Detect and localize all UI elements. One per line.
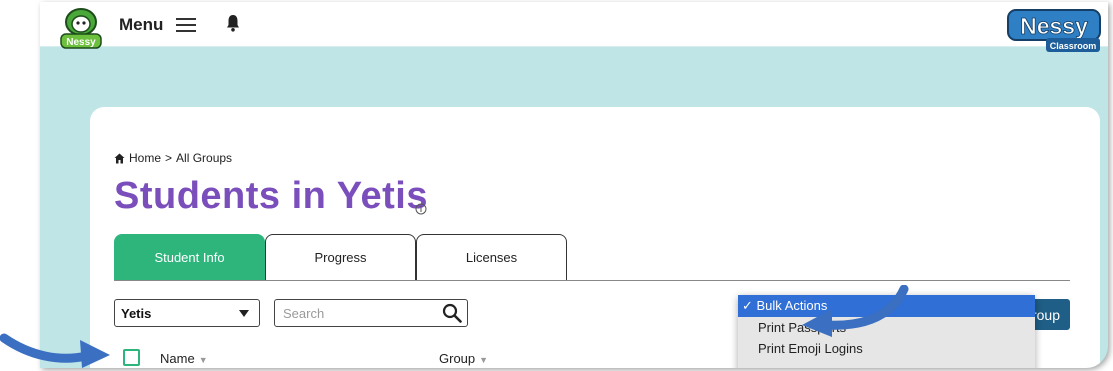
group-select[interactable]: Yetis [114, 299, 260, 327]
content-card: Home > All Groups Students in Yetis Stud… [90, 107, 1100, 368]
column-header-group[interactable]: Group ▼ [439, 351, 488, 366]
breadcrumb-current[interactable]: All Groups [176, 151, 232, 165]
breadcrumb-separator: > [165, 151, 173, 165]
info-icon[interactable] [415, 203, 427, 215]
sort-icon: ▼ [198, 355, 208, 365]
pointer-arrow-icon [0, 333, 110, 368]
bell-icon[interactable] [226, 14, 240, 32]
pointer-arrow-icon [802, 285, 909, 337]
top-bar: Nessy Menu Nessy Classroom [40, 2, 1108, 52]
menu-label[interactable]: Menu [119, 15, 163, 35]
search-icon[interactable] [442, 303, 462, 323]
column-header-name[interactable]: Name ▼ [160, 351, 208, 366]
print-emoji-logins-option[interactable]: Print Emoji Logins [738, 338, 1035, 359]
tab-student-info[interactable]: Student Info [114, 234, 265, 280]
page-title: Students in Yetis [114, 175, 428, 217]
tab-divider [114, 280, 1070, 281]
tab-licenses[interactable]: Licenses [416, 234, 567, 280]
breadcrumb: Home > All Groups [114, 151, 232, 165]
breadcrumb-home[interactable]: Home [129, 151, 161, 165]
home-icon[interactable] [114, 153, 125, 164]
app-window: Nessy Menu Nessy Classroom Home > All Gr… [40, 2, 1108, 368]
nessy-logo[interactable]: Nessy [58, 6, 104, 50]
hamburger-icon[interactable] [176, 18, 196, 32]
search-input[interactable] [274, 299, 468, 327]
sort-icon: ▼ [479, 355, 489, 365]
select-all-checkbox[interactable] [123, 349, 140, 366]
nessy-classroom-logo[interactable]: Nessy Classroom [1006, 6, 1102, 56]
svg-text:Nessy: Nessy [66, 37, 96, 48]
svg-text:Nessy: Nessy [1020, 13, 1088, 39]
tab-bar: Student Info Progress Licenses [114, 234, 567, 280]
tab-progress[interactable]: Progress [265, 234, 416, 280]
svg-text:Classroom: Classroom [1050, 41, 1097, 51]
group-select-value: Yetis [121, 305, 152, 321]
chevron-down-icon [239, 310, 249, 317]
